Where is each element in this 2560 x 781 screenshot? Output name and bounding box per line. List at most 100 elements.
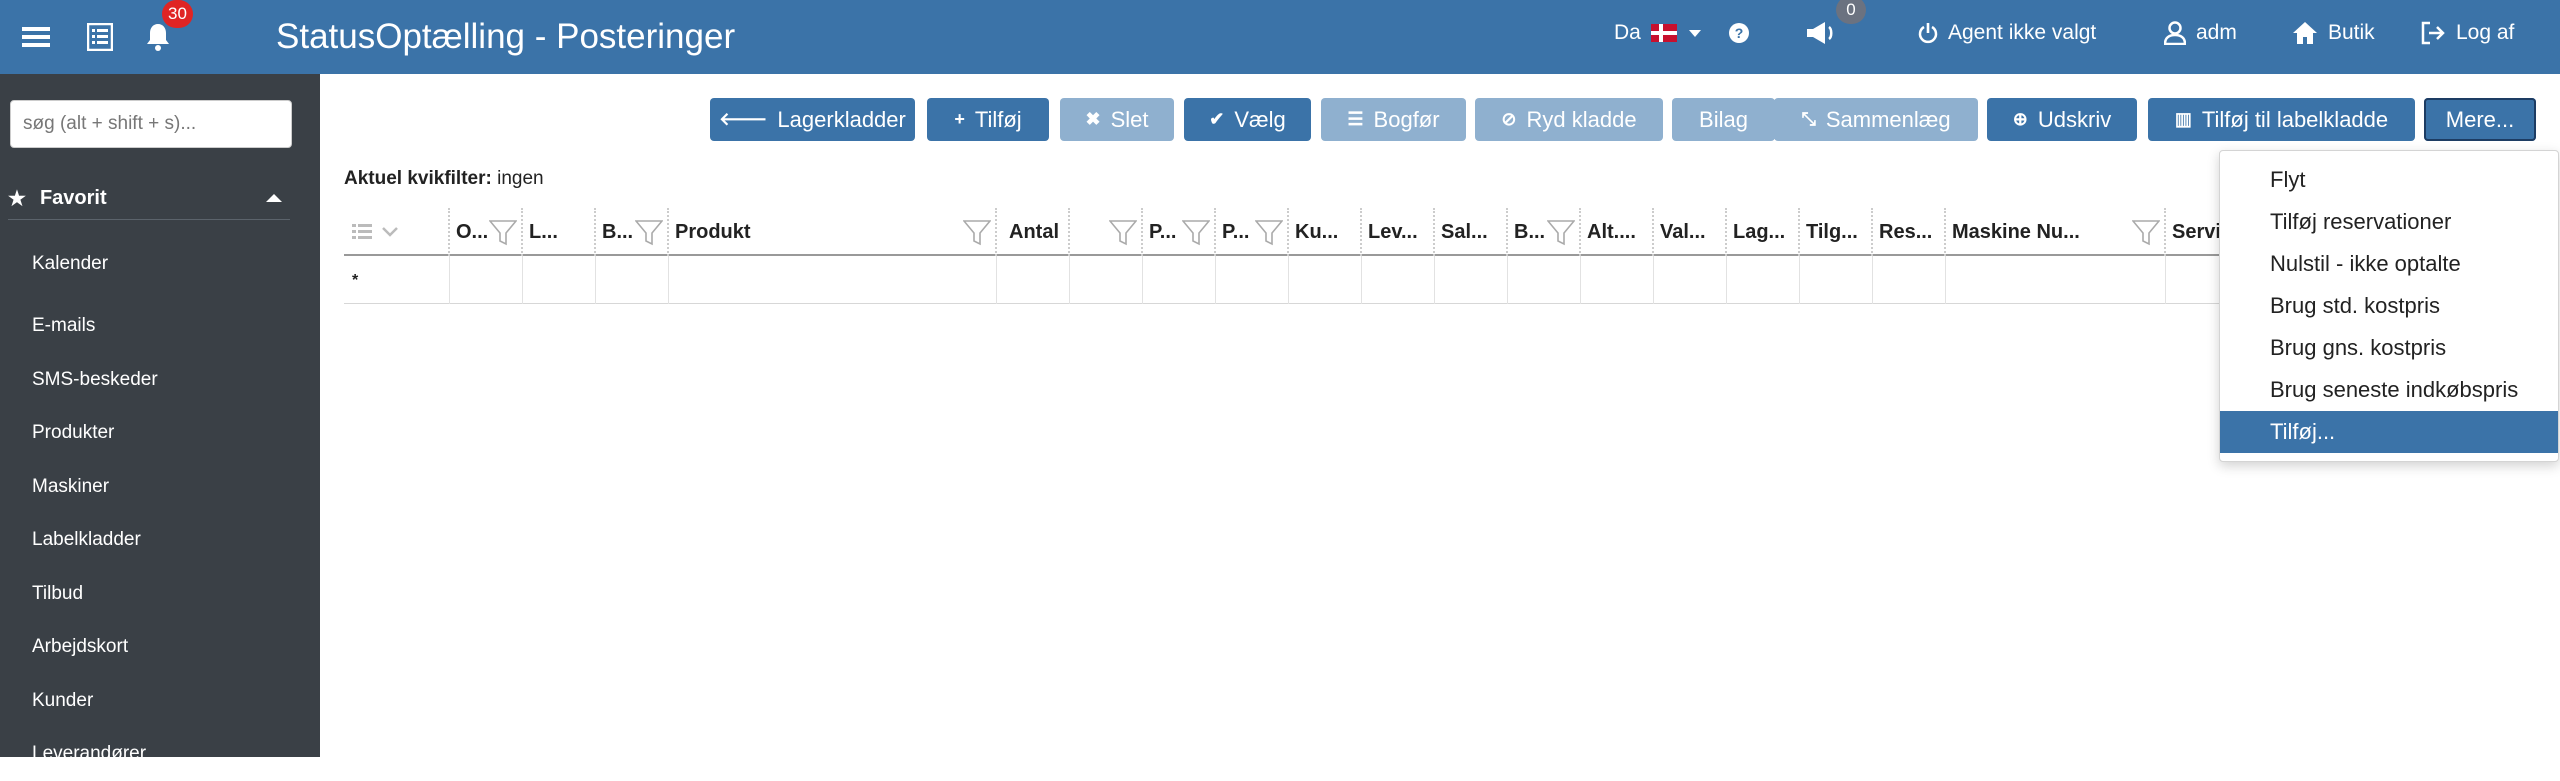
danish-flag-icon bbox=[1650, 24, 1677, 42]
table-cell[interactable] bbox=[1800, 256, 1873, 304]
more-button[interactable]: Mere... bbox=[2424, 98, 2536, 141]
ledger-icon: ☰ bbox=[1347, 109, 1364, 129]
user-menu[interactable]: adm bbox=[2164, 0, 2237, 66]
column-header-val[interactable]: Val... bbox=[1654, 208, 1727, 256]
sidebar-item-emails[interactable]: E-mails bbox=[0, 299, 320, 353]
sidebar-item-leverandorer[interactable]: Leverandører bbox=[0, 727, 320, 781]
help-icon[interactable]: ? bbox=[1728, 0, 1750, 66]
table-cell[interactable] bbox=[1289, 256, 1362, 304]
quickfilter-value: ingen bbox=[497, 168, 544, 189]
sidebar-item-sms[interactable]: SMS-beskeder bbox=[0, 353, 320, 407]
lagerkladder-button[interactable]: 🡐 Lagerkladder bbox=[710, 98, 915, 141]
filter-icon[interactable] bbox=[488, 220, 518, 252]
table-cell[interactable] bbox=[1654, 256, 1727, 304]
menu-item-brug-std-kostpris[interactable]: Brug std. kostpris bbox=[2220, 285, 2558, 327]
svg-text:?: ? bbox=[1735, 25, 1744, 41]
sidebar-item-arbejdskort[interactable]: Arbejdskort bbox=[0, 620, 320, 674]
column-header-lag[interactable]: Lag... bbox=[1727, 208, 1800, 256]
hamburger-menu-icon[interactable] bbox=[18, 0, 54, 74]
table-cell[interactable] bbox=[997, 256, 1070, 304]
sidebar-item-kalender[interactable]: Kalender bbox=[0, 249, 320, 299]
compress-icon: ⤡ bbox=[1801, 109, 1816, 129]
menu-item-brug-seneste-indkobspris[interactable]: Brug seneste indkøbspris bbox=[2220, 369, 2558, 411]
language-selector[interactable]: Da bbox=[1614, 0, 1701, 66]
delete-button[interactable]: ✖ Slet bbox=[1060, 98, 1174, 141]
column-header-blank[interactable] bbox=[1070, 208, 1143, 256]
clear-journal-button[interactable]: ⊘ Ryd kladde bbox=[1475, 98, 1663, 141]
select-button[interactable]: ✔ Vælg bbox=[1184, 98, 1311, 141]
attachment-button[interactable]: Bilag bbox=[1672, 98, 1775, 141]
table-cell[interactable] bbox=[1362, 256, 1435, 304]
menu-item-flyt[interactable]: Flyt bbox=[2220, 159, 2558, 201]
filter-icon[interactable] bbox=[634, 220, 664, 252]
column-header-alt[interactable]: Alt.... bbox=[1581, 208, 1654, 256]
column-header-lev[interactable]: Lev... bbox=[1362, 208, 1435, 256]
filter-icon[interactable] bbox=[962, 220, 992, 252]
quickfilter-line: Aktuel kvikfilter: ingen bbox=[344, 168, 544, 190]
chevron-up-icon bbox=[266, 194, 282, 202]
table-cell[interactable] bbox=[1435, 256, 1508, 304]
megaphone-icon[interactable] bbox=[1805, 0, 1837, 66]
table-cell[interactable] bbox=[596, 256, 669, 304]
add-button[interactable]: + Tilføj bbox=[927, 98, 1049, 141]
grid-header: O... L... B... Produkt Antal P... P... K… bbox=[344, 208, 2224, 256]
ban-icon: ⊘ bbox=[1501, 109, 1517, 129]
column-header-b[interactable]: B... bbox=[596, 208, 669, 256]
menu-item-nulstil-ikke-optalte[interactable]: Nulstil - ikke optalte bbox=[2220, 243, 2558, 285]
select-button-label: Vælg bbox=[1234, 106, 1286, 132]
column-header-p1[interactable]: P... bbox=[1143, 208, 1216, 256]
merge-button[interactable]: ⤡ Sammenlæg bbox=[1774, 98, 1978, 141]
agent-selector[interactable]: Agent ikke valgt bbox=[1918, 0, 2096, 66]
column-header-tilg[interactable]: Tilg... bbox=[1800, 208, 1873, 256]
filter-icon[interactable] bbox=[1181, 220, 1211, 252]
table-cell[interactable] bbox=[669, 256, 997, 304]
menu-item-tilfoej[interactable]: Tilføj... bbox=[2220, 411, 2558, 453]
more-dropdown-menu: Flyt Tilføj reservationer Nulstil - ikke… bbox=[2219, 150, 2559, 462]
column-header-sal[interactable]: Sal... bbox=[1435, 208, 1508, 256]
menu-item-tilfoej-reservationer[interactable]: Tilføj reservationer bbox=[2220, 201, 2558, 243]
sidebar-item-labelkladder[interactable]: Labelkladder bbox=[0, 513, 320, 567]
list-icon[interactable] bbox=[82, 0, 118, 74]
menu-item-brug-gns-kostpris[interactable]: Brug gns. kostpris bbox=[2220, 327, 2558, 369]
chevron-down-icon bbox=[1688, 29, 1701, 37]
table-row-new[interactable]: * bbox=[344, 256, 2224, 304]
announcement-badge: 0 bbox=[1836, 0, 1866, 24]
shop-link[interactable]: Butik bbox=[2292, 0, 2375, 66]
filter-icon[interactable] bbox=[2131, 220, 2161, 252]
table-cell[interactable] bbox=[1070, 256, 1143, 304]
filter-icon[interactable] bbox=[1108, 220, 1138, 252]
table-cell[interactable] bbox=[523, 256, 596, 304]
sidebar-item-tilbud[interactable]: Tilbud bbox=[0, 567, 320, 621]
filter-icon[interactable] bbox=[1546, 220, 1576, 252]
user-label: adm bbox=[2196, 21, 2237, 44]
sidebar-item-kunder[interactable]: Kunder bbox=[0, 674, 320, 728]
filter-icon[interactable] bbox=[1254, 220, 1284, 252]
column-header-b2[interactable]: B... bbox=[1508, 208, 1581, 256]
search-input[interactable] bbox=[10, 100, 292, 148]
column-header-produkt[interactable]: Produkt bbox=[669, 208, 997, 256]
sidebar-item-maskiner[interactable]: Maskiner bbox=[0, 460, 320, 514]
post-button[interactable]: ☰ Bogfør bbox=[1321, 98, 1466, 141]
table-cell[interactable] bbox=[1508, 256, 1581, 304]
table-cell[interactable] bbox=[1946, 256, 2166, 304]
column-header-ku[interactable]: Ku... bbox=[1289, 208, 1362, 256]
column-header-p2[interactable]: P... bbox=[1216, 208, 1289, 256]
table-cell[interactable] bbox=[1143, 256, 1216, 304]
add-to-label-journal-button[interactable]: ▥ Tilføj til labelkladde bbox=[2148, 98, 2415, 141]
table-cell[interactable] bbox=[1873, 256, 1946, 304]
print-button[interactable]: ⊕ Udskriv bbox=[1987, 98, 2137, 141]
column-header-res[interactable]: Res... bbox=[1873, 208, 1946, 256]
favorites-header[interactable]: ★ Favorit bbox=[8, 178, 290, 220]
column-header-maskine-nummer[interactable]: Maskine Nu... bbox=[1946, 208, 2166, 256]
column-header-o[interactable]: O... bbox=[450, 208, 523, 256]
table-cell[interactable] bbox=[1581, 256, 1654, 304]
table-cell[interactable] bbox=[1216, 256, 1289, 304]
sidebar-item-produkter[interactable]: Produkter bbox=[0, 406, 320, 460]
table-cell[interactable] bbox=[1727, 256, 1800, 304]
column-header-service[interactable]: Servic bbox=[2166, 208, 2224, 256]
grid-options[interactable] bbox=[344, 208, 450, 256]
column-header-antal[interactable]: Antal bbox=[997, 208, 1070, 256]
column-header-l[interactable]: L... bbox=[523, 208, 596, 256]
table-cell[interactable] bbox=[450, 256, 523, 304]
logout-link[interactable]: Log af bbox=[2420, 0, 2514, 66]
